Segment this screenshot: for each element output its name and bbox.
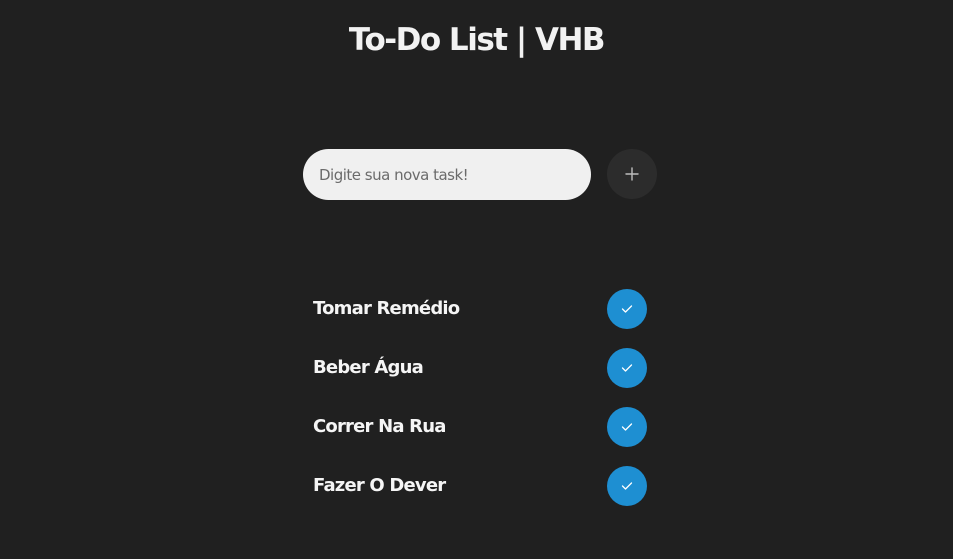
- check-icon: [621, 423, 633, 431]
- task-item: Fazer O Dever: [313, 466, 647, 506]
- add-task-button[interactable]: [607, 149, 657, 199]
- task-list: Tomar Remédio Beber Água Correr Na Rua F…: [313, 289, 647, 525]
- check-icon: [621, 482, 633, 490]
- task-item: Beber Água: [313, 348, 647, 388]
- task-item: Correr Na Rua: [313, 407, 647, 447]
- check-icon: [621, 364, 633, 372]
- page-title: To-Do List | VHB: [348, 22, 606, 58]
- task-label: Correr Na Rua: [313, 416, 446, 437]
- task-item: Tomar Remédio: [313, 289, 647, 329]
- check-icon: [621, 305, 633, 313]
- complete-task-button[interactable]: [607, 289, 647, 329]
- complete-task-button[interactable]: [607, 466, 647, 506]
- task-label: Tomar Remédio: [313, 298, 460, 319]
- complete-task-button[interactable]: [607, 348, 647, 388]
- plus-icon: [625, 167, 639, 181]
- task-label: Beber Água: [313, 357, 424, 378]
- complete-task-button[interactable]: [607, 407, 647, 447]
- todo-app: To-Do List | VHB Tomar Remédio Beber Águ…: [0, 0, 953, 559]
- new-task-input[interactable]: [303, 149, 591, 200]
- task-label: Fazer O Dever: [313, 475, 446, 496]
